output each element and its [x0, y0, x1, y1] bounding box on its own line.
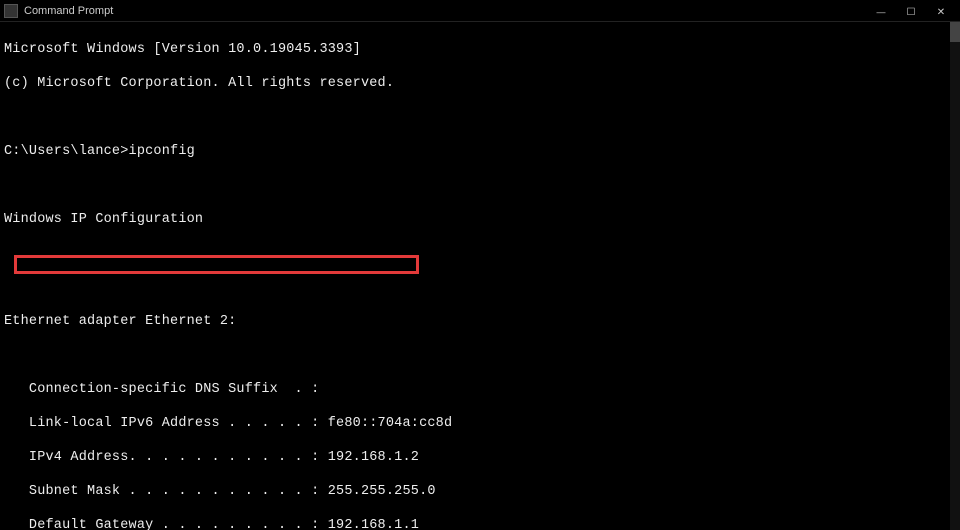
- scrollbar-thumb[interactable]: [950, 22, 960, 42]
- blank-line: [4, 109, 956, 126]
- window-title: Command Prompt: [24, 5, 866, 17]
- blank-line: [4, 177, 956, 194]
- ipv6-line: Link-local IPv6 Address . . . . . : fe80…: [4, 415, 956, 432]
- subnet-line: Subnet Mask . . . . . . . . . . . : 255.…: [4, 483, 956, 500]
- blank-line: [4, 279, 956, 296]
- copyright-line: (c) Microsoft Corporation. All rights re…: [4, 75, 956, 92]
- config-header: Windows IP Configuration: [4, 211, 956, 228]
- minimize-icon: [877, 4, 886, 18]
- gateway-line: Default Gateway . . . . . . . . . : 192.…: [4, 517, 956, 530]
- cmd-icon: [4, 4, 18, 18]
- dns-suffix-line: Connection-specific DNS Suffix . :: [4, 381, 956, 398]
- close-button[interactable]: [926, 0, 956, 22]
- minimize-button[interactable]: [866, 0, 896, 22]
- close-icon: [937, 4, 945, 18]
- maximize-button[interactable]: [896, 0, 926, 22]
- terminal-output[interactable]: Microsoft Windows [Version 10.0.19045.33…: [0, 22, 960, 530]
- blank-line: [4, 245, 956, 262]
- titlebar[interactable]: Command Prompt: [0, 0, 960, 22]
- maximize-icon: [907, 4, 916, 18]
- scrollbar-track[interactable]: [950, 22, 960, 530]
- adapter-name: Ethernet adapter Ethernet 2:: [4, 313, 956, 330]
- window-controls: [866, 0, 956, 22]
- ipv4-line: IPv4 Address. . . . . . . . . . . : 192.…: [4, 449, 956, 466]
- prompt-line: C:\Users\lance>ipconfig: [4, 143, 956, 160]
- version-line: Microsoft Windows [Version 10.0.19045.33…: [4, 41, 956, 58]
- blank-line: [4, 347, 956, 364]
